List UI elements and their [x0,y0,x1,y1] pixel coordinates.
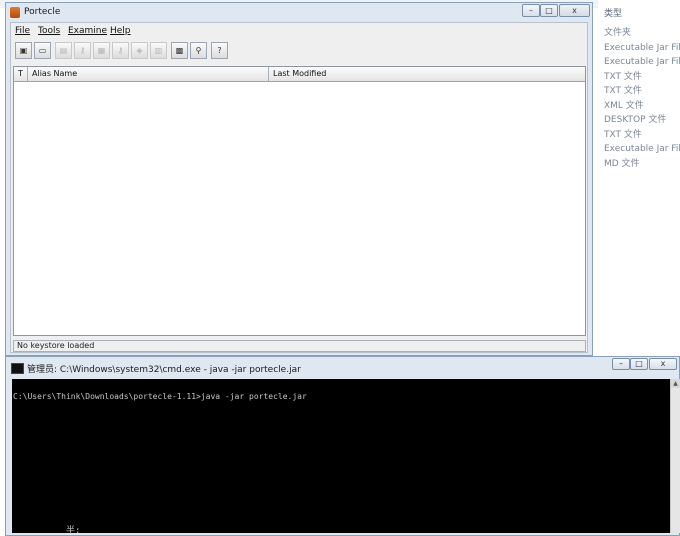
list-item[interactable]: Executable Jar File [604,142,680,157]
examine-certificate-icon[interactable]: ▩ [171,42,188,59]
import-certificate-icon[interactable]: ▦ [93,42,110,59]
menu-tools[interactable]: Tools [38,26,60,36]
alias-name-column[interactable]: Alias Name [28,67,269,81]
cmd-window-title[interactable]: 管理员: C:\Windows\system32\cmd.exe - java … [27,362,301,375]
menu-file[interactable]: File [15,26,30,36]
list-item[interactable]: TXT 文件 [604,84,680,99]
menu-tools-label: Tools [38,26,61,36]
list-item[interactable]: Executable Jar File [604,55,680,70]
menu-examine[interactable]: Examine [68,26,107,36]
cmd-close-button[interactable]: x [649,358,677,370]
minimize-button[interactable]: – [522,4,540,17]
ime-status: 半: [66,526,81,536]
keystore-properties-icon[interactable]: ▥ [150,42,167,59]
cmd-maximize-button[interactable]: □ [630,358,648,370]
cmd-app-icon [11,363,24,374]
table-header: T Alias Name Last Modified [14,67,585,82]
menu-examine-label: Examine [68,26,108,36]
keystore-report-icon[interactable]: ◈ [131,42,148,59]
status-bar: No keystore loaded [13,340,586,352]
help-icon[interactable]: ? [211,42,228,59]
open-keystore-icon[interactable]: ▭ [34,42,51,59]
portecle-window: Portecle – □ x File Tools Examine Help ▣… [5,2,593,356]
maximize-button[interactable]: □ [540,4,558,17]
list-item[interactable]: MD 文件 [604,157,680,172]
menu-help[interactable]: Help [110,26,131,36]
scroll-up-icon[interactable]: ▲ [671,379,680,388]
new-keystore-icon[interactable]: ▣ [15,42,32,59]
portecle-app-icon [10,7,20,18]
list-item[interactable]: DESKTOP 文件 [604,113,680,128]
list-item[interactable]: TXT 文件 [604,70,680,85]
import-key-pair-icon[interactable]: ⚷ [112,42,129,59]
console-output[interactable]: C:\Users\Think\Downloads\portecle-1.11>j… [12,379,670,536]
menu-help-label: Help [110,26,131,36]
generate-key-pair-icon[interactable]: ⚷ [74,42,91,59]
console-scrollbar[interactable]: ▲ [670,379,680,533]
portecle-client-area: File Tools Examine Help ▣ ▭ ▤ ⚷ ▦ ⚷ ◈ ▥ … [10,22,588,353]
menu-file-label: File [15,26,31,36]
save-keystore-icon[interactable]: ▤ [55,42,72,59]
list-item[interactable]: TXT 文件 [604,128,680,143]
list-item[interactable]: Executable Jar File [604,41,680,56]
console-prompt-line: C:\Users\Think\Downloads\portecle-1.11>j… [13,392,307,401]
cmd-window: 管理员: C:\Windows\system32\cmd.exe - java … [5,356,680,536]
list-item[interactable]: 文件夹 [604,26,680,41]
type-column-header[interactable]: 类型 [604,6,622,19]
last-modified-column[interactable]: Last Modified [269,67,585,81]
examine-ssl-icon[interactable]: ⚲ [190,42,207,59]
portecle-titlebar[interactable]: Portecle – □ x [6,3,592,22]
close-button[interactable]: x [559,4,590,17]
menu-bar: File Tools Examine Help [11,23,587,39]
list-item[interactable]: XML 文件 [604,99,680,114]
file-type-list: 文件夹 Executable Jar File Executable Jar F… [604,26,680,171]
toolbar: ▣ ▭ ▤ ⚷ ▦ ⚷ ◈ ▥ ▩ ⚲ ? [13,41,573,63]
type-column-icon[interactable]: T [14,67,28,81]
cmd-minimize-button[interactable]: – [612,358,630,370]
keystore-table[interactable]: T Alias Name Last Modified [13,66,586,336]
window-title: Portecle [24,7,61,17]
